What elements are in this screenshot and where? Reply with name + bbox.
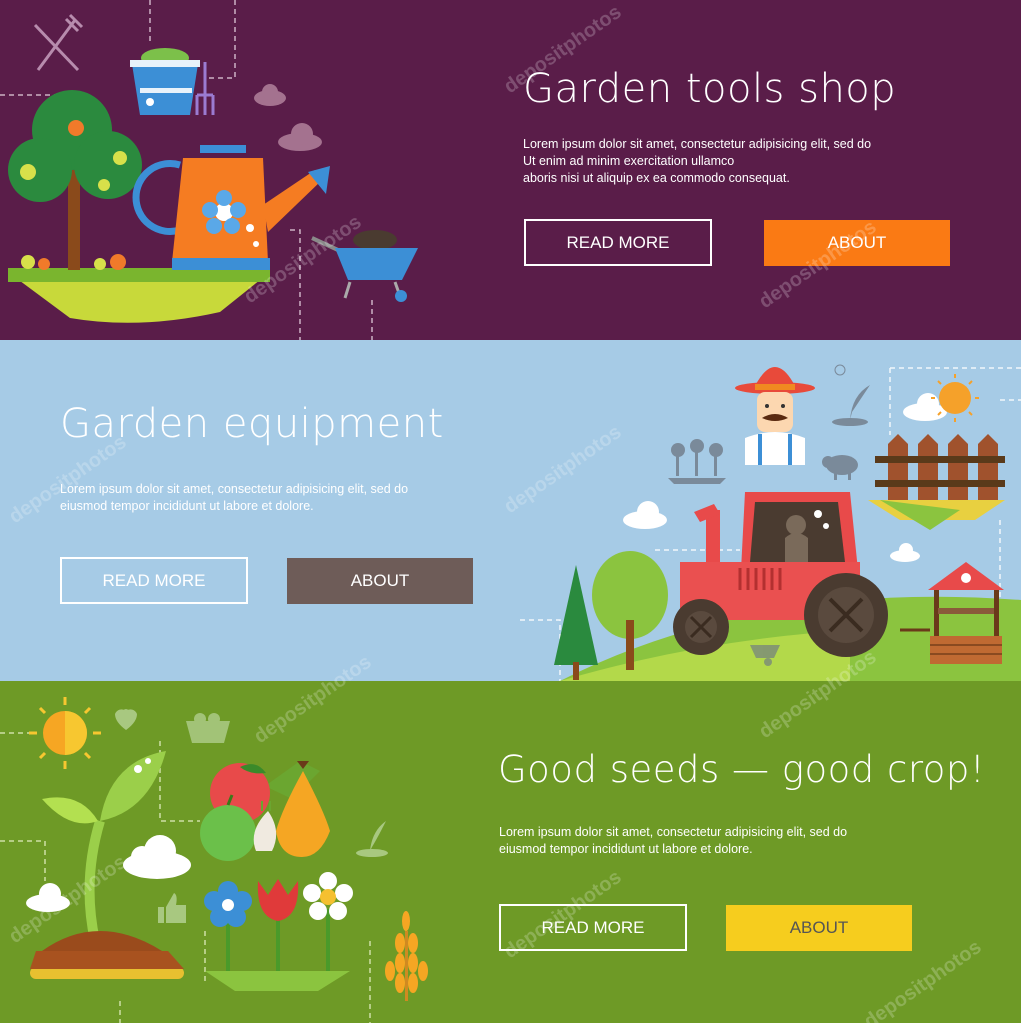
wheat-icon	[385, 911, 428, 1001]
flowers-icon	[204, 872, 353, 991]
fence-icon	[868, 434, 1005, 530]
sprout-icon	[356, 821, 388, 857]
thumbs-up-icon	[158, 893, 186, 923]
banner-title: Good seeds — good crop!	[498, 748, 986, 791]
sun-icon	[29, 697, 101, 769]
tree-icon	[8, 90, 142, 270]
banner-description: Lorem ipsum dolor sit amet, consectetur …	[60, 482, 409, 513]
sprout-icon	[832, 364, 870, 426]
sheep-icon	[822, 455, 858, 480]
banner-garden-tools-shop: Garden tools shop Lorem ipsum dolor sit …	[0, 0, 1021, 340]
heart-icon	[115, 709, 137, 730]
about-button[interactable]: ABOUT	[287, 558, 473, 604]
farmer-icon	[735, 367, 815, 465]
garden-tools-illustration	[0, 0, 418, 340]
banner-title: Garden equipment	[60, 401, 444, 447]
banner-good-seeds: Good seeds — good crop! Lorem ipsum dolo…	[0, 681, 1021, 1023]
good-seeds-illustration	[0, 697, 428, 1023]
read-more-button[interactable]: READ MORE	[524, 219, 712, 266]
island-ground	[8, 268, 270, 323]
basket-icon	[186, 713, 230, 743]
watering-can-icon	[132, 145, 330, 270]
cloud-icon	[26, 835, 191, 912]
banner-garden-equipment: Garden equipment Lorem ipsum dolor sit a…	[0, 340, 1021, 681]
read-more-button[interactable]: READ MORE	[499, 904, 687, 951]
pitchfork-icon	[195, 62, 215, 115]
sun-icon	[931, 374, 979, 422]
shovel-rake-icon	[33, 13, 84, 72]
about-button[interactable]: ABOUT	[764, 220, 950, 266]
about-button[interactable]: ABOUT	[726, 905, 912, 951]
banner-title: Garden tools shop	[523, 66, 897, 112]
cloud-icon	[254, 84, 322, 151]
bucket-icon	[130, 48, 200, 115]
banner-description: Lorem ipsum dolor sit amet, consectetur …	[523, 137, 872, 185]
read-more-button[interactable]: READ MORE	[60, 557, 248, 604]
wheelbarrow-icon	[311, 230, 418, 302]
banner-description: Lorem ipsum dolor sit amet, consectetur …	[499, 825, 848, 856]
flowers-icon	[668, 439, 726, 484]
vegetables-icon	[200, 761, 330, 861]
